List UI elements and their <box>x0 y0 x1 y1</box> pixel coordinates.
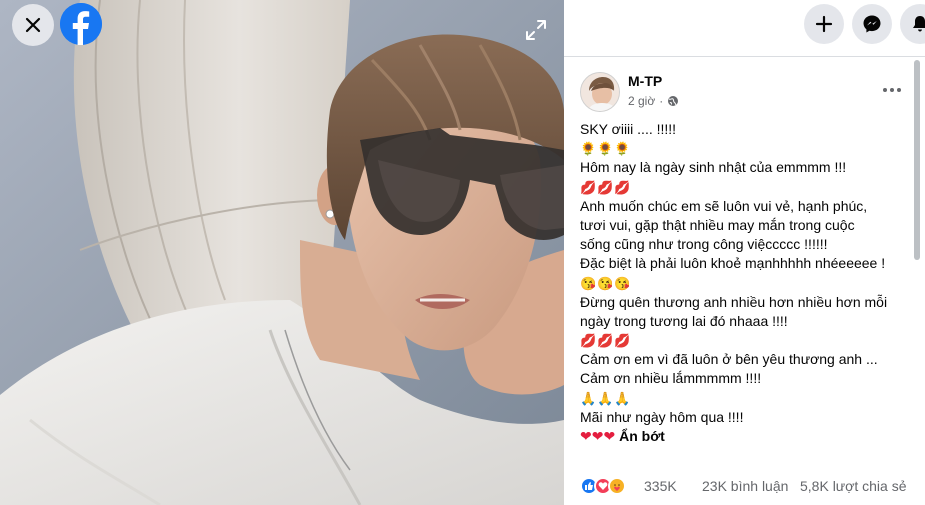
expand-icon <box>526 20 546 40</box>
post-line: 🌻🌻🌻 <box>580 141 632 157</box>
post-line: 😘😘😘 <box>580 275 632 291</box>
post-line: 💋💋💋 <box>580 179 632 195</box>
reactions-count[interactable]: 335K <box>644 478 677 494</box>
facebook-logo-icon <box>60 3 102 45</box>
post-panel: M-TP 2 giờ · SKY ơiiii .... !!!!! 🌻🌻🌻 Hô… <box>564 0 925 505</box>
post-options-button[interactable] <box>880 78 904 102</box>
post-line: Cảm ơn em vì đã luôn ở bên yêu thương an… <box>580 351 878 368</box>
comments-count[interactable]: 23K bình luận <box>702 478 788 494</box>
post-text: SKY ơiiii .... !!!!! 🌻🌻🌻 Hôm nay là ngày… <box>580 120 910 446</box>
photo-viewer-page: M-TP 2 giờ · SKY ơiiii .... !!!!! 🌻🌻🌻 Hô… <box>0 0 925 505</box>
photo-viewer <box>0 0 564 505</box>
close-icon <box>25 17 41 33</box>
messenger-icon <box>863 15 881 33</box>
scrollbar[interactable] <box>913 60 921 260</box>
globe-icon[interactable] <box>667 95 679 107</box>
post-line: Hôm nay là ngày sinh nhật của emmmm !!! <box>580 159 847 176</box>
avatar-image <box>581 73 619 111</box>
post-line: sống cũng như trong công việccccc !!!!!! <box>580 236 828 253</box>
author-name[interactable]: M-TP <box>628 73 662 89</box>
post-line: tươi vui, gặp thật nhiều may mắn trong c… <box>580 216 855 233</box>
post-line: Đừng quên thương anh nhiều hơn nhiều hơn… <box>580 293 888 310</box>
post-line: Mãi như ngày hôm qua !!!! <box>580 408 744 425</box>
post-line: ngày trong tương lai đó nhaaa !!!! <box>580 312 788 329</box>
top-bar <box>564 0 925 57</box>
notifications-button[interactable] <box>900 4 925 44</box>
avatar[interactable] <box>580 72 620 112</box>
bell-icon <box>913 16 925 32</box>
expand-button[interactable] <box>522 16 550 44</box>
post-line: SKY ơiiii .... !!!!! <box>580 121 677 137</box>
more-horizontal-icon <box>883 88 901 92</box>
see-less-link[interactable]: Ẩn bớt <box>619 428 665 444</box>
post-line: Cảm ơn nhiều lắmmmmm !!!! <box>580 370 762 387</box>
post-header: M-TP 2 giờ · <box>580 70 901 116</box>
post-photo[interactable] <box>0 0 564 505</box>
create-button[interactable] <box>804 4 844 44</box>
post-line: Đặc biệt là phải luôn khoẻ mạnhhhhh nhée… <box>580 255 886 272</box>
post-meta: 2 giờ · <box>628 94 679 108</box>
plus-icon <box>815 15 833 33</box>
heart-emojis: ❤❤❤ <box>580 428 616 444</box>
facebook-logo-link[interactable] <box>60 3 102 45</box>
post-line: 💋💋💋 <box>580 333 632 349</box>
post-time[interactable]: 2 giờ <box>628 94 655 108</box>
reaction-icons[interactable] <box>580 477 626 497</box>
post-line: 🙏🙏🙏 <box>580 390 632 406</box>
messenger-button[interactable] <box>852 4 892 44</box>
close-viewer-button[interactable] <box>12 4 54 46</box>
scroll-thumb[interactable] <box>914 60 920 260</box>
reactions-bar: 335K 23K bình luận 5,8K lượt chia sẻ <box>580 476 910 498</box>
post-line-last: ❤❤❤ Ẩn bớt <box>580 427 910 446</box>
post-line: Anh muốn chúc em sẽ luôn vui vẻ, hạnh ph… <box>580 197 868 214</box>
shares-count[interactable]: 5,8K lượt chia sẻ <box>800 478 907 494</box>
care-reaction-icon <box>608 477 626 495</box>
